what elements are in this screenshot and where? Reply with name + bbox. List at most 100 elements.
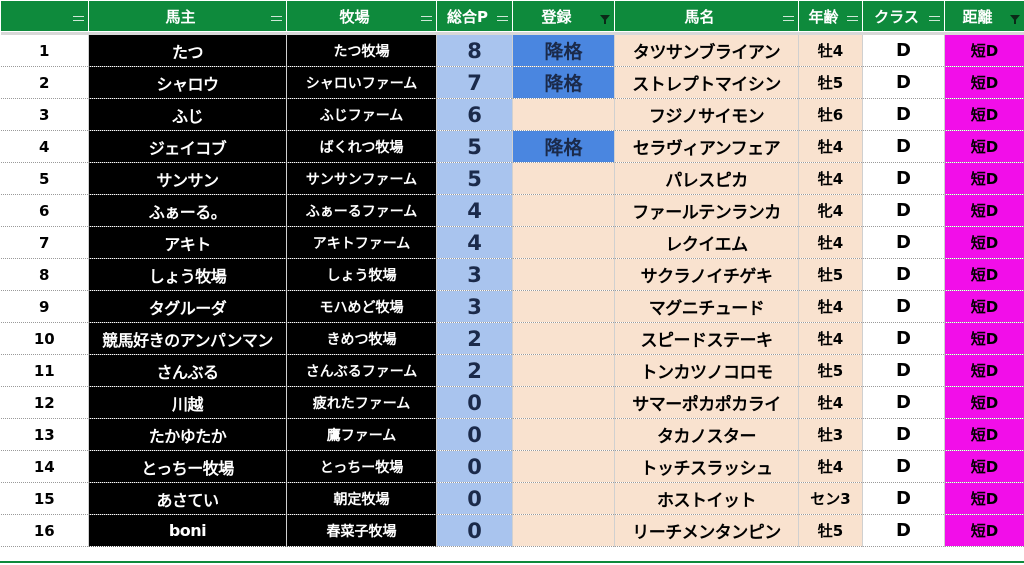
cell-farm[interactable]: 朝定牧場 xyxy=(286,482,437,515)
cell-distance[interactable]: 短D xyxy=(944,130,1024,163)
cell-points[interactable]: 0 xyxy=(436,450,513,483)
cell-age[interactable]: 牡4 xyxy=(798,35,863,67)
cell-registration[interactable]: 降格 xyxy=(512,35,615,67)
filter-icon[interactable] xyxy=(783,15,794,24)
cell-points[interactable]: 5 xyxy=(436,162,513,195)
cell-owner[interactable]: アキト xyxy=(88,226,287,259)
cell-registration[interactable] xyxy=(512,386,615,419)
cell-registration[interactable]: 降格 xyxy=(512,130,615,163)
cell-class[interactable]: D xyxy=(862,290,945,323)
cell-rownum[interactable]: 12 xyxy=(0,386,89,419)
cell-age[interactable]: 牡3 xyxy=(798,418,863,451)
cell-registration[interactable] xyxy=(512,194,615,227)
cell-horse-name[interactable]: ストレプトマイシン xyxy=(614,66,799,99)
cell-horse-name[interactable]: タツサンブライアン xyxy=(614,35,799,67)
cell-horse-name[interactable]: レクイエム xyxy=(614,226,799,259)
cell-owner[interactable]: たかゆたか xyxy=(88,418,287,451)
cell-points[interactable]: 3 xyxy=(436,290,513,323)
cell-class[interactable]: D xyxy=(862,450,945,483)
cell-age[interactable]: 牡4 xyxy=(798,386,863,419)
cell-class[interactable]: D xyxy=(862,418,945,451)
cell-owner[interactable]: サンサン xyxy=(88,162,287,195)
cell-class[interactable]: D xyxy=(862,130,945,163)
cell-farm[interactable]: モハめど牧場 xyxy=(286,290,437,323)
cell-farm[interactable]: アキトファーム xyxy=(286,226,437,259)
cell-age[interactable]: 牡4 xyxy=(798,450,863,483)
cell-owner[interactable]: ふぁーる。 xyxy=(88,194,287,227)
cell-distance[interactable]: 短D xyxy=(944,66,1024,99)
cell-class[interactable]: D xyxy=(862,66,945,99)
cell-rownum[interactable]: 14 xyxy=(0,450,89,483)
cell-class[interactable]: D xyxy=(862,386,945,419)
cell-farm[interactable]: さんぶるファーム xyxy=(286,354,437,387)
cell-farm[interactable]: しょう牧場 xyxy=(286,258,437,291)
cell-class[interactable]: D xyxy=(862,162,945,195)
cell-points[interactable]: 0 xyxy=(436,482,513,515)
cell-distance[interactable]: 短D xyxy=(944,35,1024,67)
cell-owner[interactable]: たつ xyxy=(88,35,287,67)
cell-horse-name[interactable]: ホストイット xyxy=(614,482,799,515)
cell-distance[interactable]: 短D xyxy=(944,226,1024,259)
cell-distance[interactable]: 短D xyxy=(944,418,1024,451)
cell-age[interactable]: 牡4 xyxy=(798,162,863,195)
cell-registration[interactable] xyxy=(512,258,615,291)
cell-distance[interactable]: 短D xyxy=(944,98,1024,131)
cell-owner[interactable]: boni xyxy=(88,514,287,547)
cell-points[interactable]: 7 xyxy=(436,66,513,99)
cell-distance[interactable]: 短D xyxy=(944,322,1024,355)
cell-horse-name[interactable]: セラヴィアンフェア xyxy=(614,130,799,163)
cell-registration[interactable] xyxy=(512,482,615,515)
cell-class[interactable]: D xyxy=(862,322,945,355)
cell-age[interactable]: 牡5 xyxy=(798,514,863,547)
cell-rownum[interactable]: 2 xyxy=(0,66,89,99)
cell-age[interactable]: 牡4 xyxy=(798,130,863,163)
cell-registration[interactable] xyxy=(512,514,615,547)
cell-horse-name[interactable]: トッチスラッシュ xyxy=(614,450,799,483)
cell-points[interactable]: 2 xyxy=(436,354,513,387)
cell-owner[interactable]: 競馬好きのアンパンマン xyxy=(88,322,287,355)
cell-horse-name[interactable]: ファールテンランカ xyxy=(614,194,799,227)
cell-rownum[interactable]: 15 xyxy=(0,482,89,515)
cell-distance[interactable]: 短D xyxy=(944,258,1024,291)
cell-registration[interactable] xyxy=(512,162,615,195)
cell-horse-name[interactable]: マグニチュード xyxy=(614,290,799,323)
filter-icon[interactable] xyxy=(847,15,858,24)
cell-rownum[interactable]: 11 xyxy=(0,354,89,387)
cell-owner[interactable]: とっちー牧場 xyxy=(88,450,287,483)
cell-distance[interactable]: 短D xyxy=(944,354,1024,387)
cell-farm[interactable]: 春菜子牧場 xyxy=(286,514,437,547)
cell-owner[interactable]: ふじ xyxy=(88,98,287,131)
cell-registration[interactable]: 降格 xyxy=(512,66,615,99)
cell-horse-name[interactable]: パレスピカ xyxy=(614,162,799,195)
cell-class[interactable]: D xyxy=(862,258,945,291)
cell-points[interactable]: 0 xyxy=(436,418,513,451)
cell-rownum[interactable]: 1 xyxy=(0,35,89,67)
filter-icon[interactable] xyxy=(73,15,84,24)
cell-distance[interactable]: 短D xyxy=(944,162,1024,195)
cell-class[interactable]: D xyxy=(862,226,945,259)
cell-farm[interactable]: シャロいファーム xyxy=(286,66,437,99)
cell-age[interactable]: 牡5 xyxy=(798,258,863,291)
cell-rownum[interactable]: 16 xyxy=(0,514,89,547)
cell-owner[interactable]: さんぶる xyxy=(88,354,287,387)
cell-points[interactable]: 0 xyxy=(436,514,513,547)
cell-farm[interactable]: とっちー牧場 xyxy=(286,450,437,483)
cell-farm[interactable]: ばくれつ牧場 xyxy=(286,130,437,163)
cell-registration[interactable] xyxy=(512,98,615,131)
cell-age[interactable]: 牡5 xyxy=(798,66,863,99)
cell-horse-name[interactable]: タカノスター xyxy=(614,418,799,451)
cell-age[interactable]: 牡4 xyxy=(798,322,863,355)
cell-registration[interactable] xyxy=(512,322,615,355)
cell-horse-name[interactable]: トンカツノコロモ xyxy=(614,354,799,387)
filter-icon[interactable] xyxy=(421,15,432,24)
cell-owner[interactable]: あさてい xyxy=(88,482,287,515)
cell-points[interactable]: 0 xyxy=(436,386,513,419)
cell-rownum[interactable]: 10 xyxy=(0,322,89,355)
cell-rownum[interactable]: 4 xyxy=(0,130,89,163)
cell-owner[interactable]: シャロウ xyxy=(88,66,287,99)
header-registration[interactable]: 登録 xyxy=(512,0,615,32)
cell-distance[interactable]: 短D xyxy=(944,194,1024,227)
cell-rownum[interactable]: 13 xyxy=(0,418,89,451)
header-class[interactable]: クラス xyxy=(862,0,945,32)
cell-registration[interactable] xyxy=(512,226,615,259)
